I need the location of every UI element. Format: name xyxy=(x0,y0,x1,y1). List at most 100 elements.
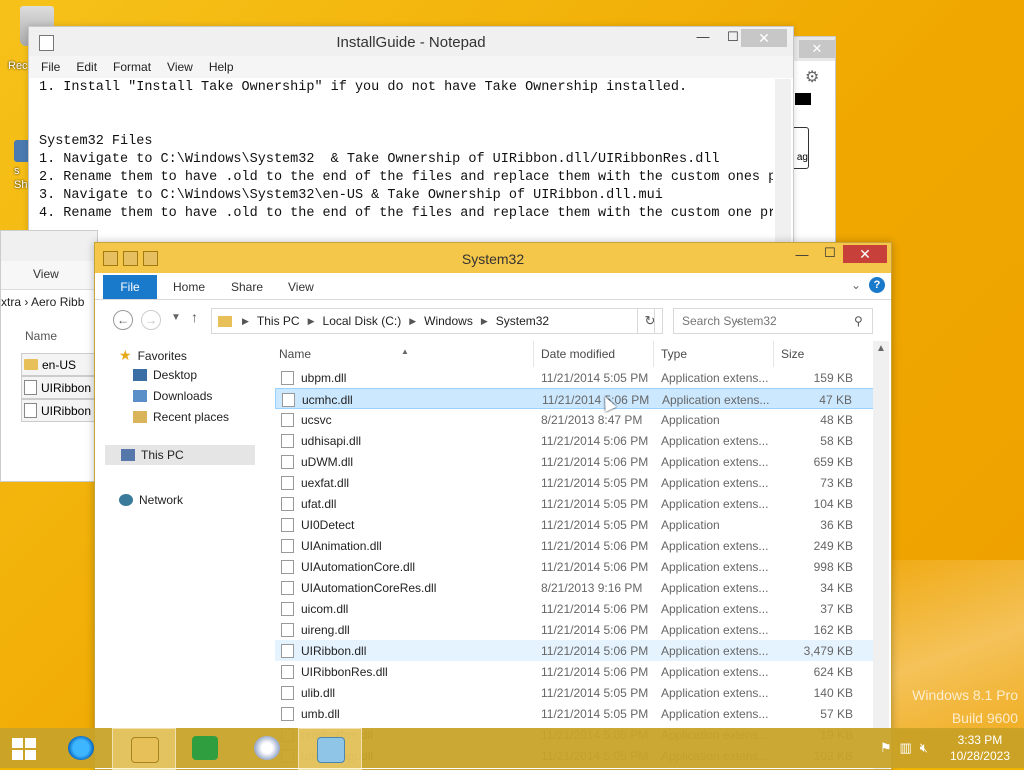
explorer-maximize-button[interactable]: ☐ xyxy=(819,245,841,263)
nav-item-recent-places[interactable]: Recent places xyxy=(133,410,229,424)
start-button[interactable] xyxy=(12,738,36,760)
tab-file[interactable]: File xyxy=(103,275,157,299)
taskbar-file-explorer[interactable] xyxy=(112,728,176,770)
file-list-scrollbar[interactable]: ▲ xyxy=(873,341,889,769)
file-size: 998 KB xyxy=(813,560,853,574)
file-type: Application xyxy=(661,413,720,427)
file-size: 34 KB xyxy=(820,581,853,595)
notepad-menubar: File Edit Format View Help xyxy=(29,56,793,78)
table-row[interactable]: UIRibbon.dll 11/21/2014 5:06 PM Applicatio… xyxy=(275,640,879,661)
column-separator[interactable] xyxy=(533,341,534,367)
table-row[interactable]: ubpm.dll 11/21/2014 5:05 PM Application ex… xyxy=(275,367,879,388)
table-row[interactable]: UI0Detect 11/21/2014 5:05 PM Application 36… xyxy=(275,514,879,535)
breadcrumb-this-pc[interactable]: This PC xyxy=(253,314,304,328)
back-button[interactable]: ← xyxy=(113,310,133,330)
explorer-titlebar[interactable]: System32 — ☐ ✕ xyxy=(95,243,891,273)
column-size[interactable]: Size xyxy=(781,347,804,361)
secondary-name-column-header[interactable]: Name xyxy=(25,329,57,343)
secondary-tab-view[interactable]: View xyxy=(33,267,59,281)
table-row[interactable]: umb.dll 11/21/2014 5:05 PM Application ext… xyxy=(275,703,879,724)
menu-view[interactable]: View xyxy=(159,60,201,74)
chevron-right-icon[interactable]: ▶ xyxy=(477,316,492,327)
search-box[interactable]: ⚲ xyxy=(673,308,873,334)
chevron-right-icon[interactable]: ▶ xyxy=(405,316,420,327)
nav-item-favorites[interactable]: ★ Favorites xyxy=(119,347,187,364)
gear-icon[interactable]: ⚙ xyxy=(805,67,819,87)
table-row[interactable]: uireng.dll 11/21/2014 5:06 PM Application … xyxy=(275,619,879,640)
volume-muted-icon[interactable]: 🔇︎ xyxy=(920,740,928,756)
explorer-close-button[interactable]: ✕ xyxy=(843,245,887,263)
tab-home[interactable]: Home xyxy=(173,280,205,294)
notepad-minimize-button[interactable]: — xyxy=(691,29,715,45)
chevron-right-icon[interactable]: ▶ xyxy=(304,316,319,327)
column-name[interactable]: Name xyxy=(279,347,311,361)
scroll-up-icon[interactable]: ▲ xyxy=(873,343,889,354)
up-button[interactable]: ↑ xyxy=(191,309,198,325)
table-row[interactable]: ucsvc 8/21/2013 8:47 PM Application 48 KB xyxy=(275,409,879,430)
menu-file[interactable]: File xyxy=(33,60,68,74)
list-item[interactable]: UIRibbon xyxy=(21,376,97,399)
tab-view[interactable]: View xyxy=(288,280,314,294)
tab-share[interactable]: Share xyxy=(231,280,263,294)
nav-item-desktop[interactable]: Desktop xyxy=(133,368,197,382)
chevron-right-icon[interactable]: ▶ xyxy=(238,316,253,327)
nav-item-downloads[interactable]: Downloads xyxy=(133,389,212,403)
column-separator[interactable] xyxy=(653,341,654,367)
background-window-close-button[interactable]: ✕ xyxy=(799,40,835,58)
taskbar-store[interactable] xyxy=(174,728,236,768)
chevron-down-icon[interactable]: ⌄ xyxy=(851,278,861,292)
file-name: ucsvc xyxy=(301,413,332,427)
notepad-text-area[interactable]: 1. Install "Install Take Ownership" if y… xyxy=(39,79,773,223)
table-row[interactable]: UIRibbonRes.dll 11/21/2014 5:06 PM Applica… xyxy=(275,661,879,682)
nav-item-network[interactable]: Network xyxy=(119,493,183,507)
notepad-titlebar[interactable]: InstallGuide - Notepad — ☐ ✕ xyxy=(29,27,793,56)
table-row[interactable]: uexfat.dll 11/21/2014 5:05 PM Application … xyxy=(275,472,879,493)
table-row[interactable]: ufat.dll 11/21/2014 5:05 PM Application ex… xyxy=(275,493,879,514)
search-icon[interactable]: ⚲ xyxy=(854,314,863,328)
computer-icon xyxy=(121,449,135,461)
search-input[interactable] xyxy=(674,313,854,329)
menu-edit[interactable]: Edit xyxy=(68,60,105,74)
address-bar[interactable]: ▶ This PC ▶ Local Disk (C:) ▶ Windows ▶ … xyxy=(211,308,742,334)
windows-watermark: Windows 8.1 Pro Build 9600 xyxy=(912,687,1018,726)
breadcrumb-windows[interactable]: Windows xyxy=(420,314,477,328)
list-item[interactable]: en-US xyxy=(21,353,97,376)
table-row[interactable]: uicom.dll 11/21/2014 5:06 PM Application e… xyxy=(275,598,879,619)
column-type[interactable]: Type xyxy=(661,347,687,361)
column-separator[interactable] xyxy=(773,341,774,367)
table-row[interactable]: uDWM.dll 11/21/2014 5:06 PM Application ex… xyxy=(275,451,879,472)
table-row[interactable]: ucmhc.dll 11/21/2014 5:06 PM Application e… xyxy=(275,388,879,409)
menu-help[interactable]: Help xyxy=(201,60,242,74)
recent-locations-button[interactable]: ▼ xyxy=(171,312,181,323)
file-date-modified: 11/21/2014 5:06 PM xyxy=(541,623,649,637)
action-center-flag-icon[interactable]: ⚑ xyxy=(880,740,892,756)
file-name: UIAutomationCore.dll xyxy=(301,560,416,574)
table-row[interactable]: udhisapi.dll 11/21/2014 5:06 PM Applicatio… xyxy=(275,430,879,451)
explorer-minimize-button[interactable]: — xyxy=(791,247,813,265)
dll-file-icon xyxy=(282,393,295,407)
column-date-modified[interactable]: Date modified xyxy=(541,347,615,361)
secondary-address-bar[interactable]: xtra › Aero Ribb xyxy=(1,295,84,309)
taskbar-notepad[interactable] xyxy=(298,728,362,770)
network-status-icon[interactable]: ▥ xyxy=(900,740,912,756)
table-row[interactable]: UIAnimation.dll 11/21/2014 5:06 PM Applica… xyxy=(275,535,879,556)
breadcrumb-system32[interactable]: System32 xyxy=(492,314,553,328)
help-icon[interactable]: ? xyxy=(869,277,885,293)
table-row[interactable]: ulib.dll 11/21/2014 5:05 PM Application ex… xyxy=(275,682,879,703)
menu-format[interactable]: Format xyxy=(105,60,159,74)
table-row[interactable]: UIAutomationCoreRes.dll 8/21/2013 9:16 PM… xyxy=(275,577,879,598)
file-date-modified: 11/21/2014 5:06 PM xyxy=(541,665,649,679)
taskbar-paint[interactable] xyxy=(236,728,298,768)
notepad-close-button[interactable]: ✕ xyxy=(741,29,787,47)
taskbar-internet-explorer[interactable] xyxy=(50,728,112,768)
list-item[interactable]: UIRibbon xyxy=(21,399,97,422)
secondary-explorer-titlebar[interactable] xyxy=(1,231,97,261)
refresh-button[interactable]: ↻ xyxy=(637,308,663,334)
table-row[interactable]: UIAutomationCore.dll 11/21/2014 5:06 PM Ap… xyxy=(275,556,879,577)
forward-button[interactable]: → xyxy=(141,310,161,330)
nav-item-this-pc[interactable]: This PC xyxy=(105,445,255,465)
file-type: Application xyxy=(661,518,720,532)
taskbar-clock[interactable]: 3:33 PM 10/28/2023 xyxy=(950,732,1010,764)
breadcrumb-local-disk[interactable]: Local Disk (C:) xyxy=(319,314,406,328)
notepad-scrollbar[interactable] xyxy=(775,79,791,245)
